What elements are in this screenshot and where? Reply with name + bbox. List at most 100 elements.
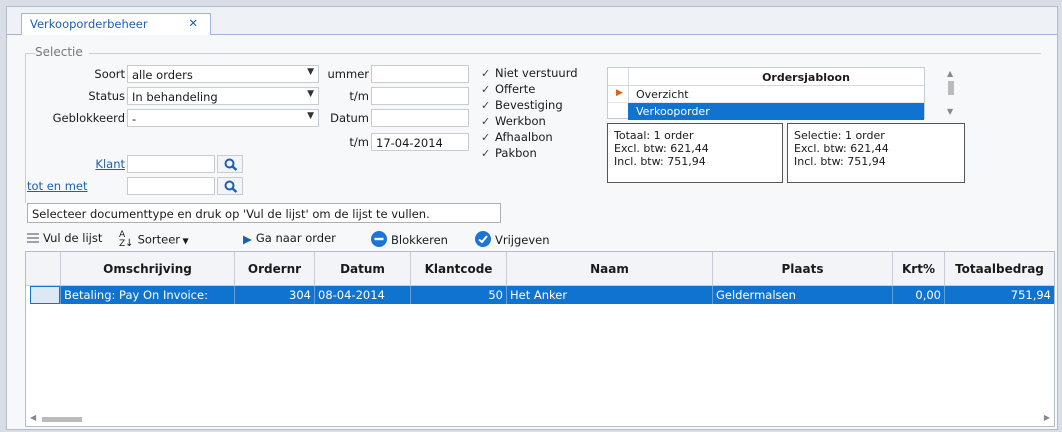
status-value: In behandeling xyxy=(132,90,218,104)
totenmet-link[interactable]: tot en met xyxy=(21,179,125,193)
scroll-down-icon[interactable]: ▼ xyxy=(947,107,953,116)
selectie-incl: Incl. btw: 751,94 xyxy=(794,155,886,168)
check-niet-verstuurd[interactable]: ✓ Niet verstuurd xyxy=(481,66,578,80)
totenmet-input[interactable] xyxy=(127,177,215,195)
vrijgeven-label: Vrijgeven xyxy=(495,233,550,247)
datum-input[interactable] xyxy=(371,109,469,127)
hint-tooltip: Selecteer documenttype en druk op 'Vul d… xyxy=(27,203,501,223)
scroll-thumb[interactable] xyxy=(948,81,954,95)
chevron-down-icon[interactable]: ▼ xyxy=(307,89,314,99)
scroll-thumb[interactable] xyxy=(42,417,82,422)
totaal-excl: Excl. btw: 621,44 xyxy=(614,142,709,155)
geblokkeerd-label: Geblokkeerd xyxy=(52,111,125,125)
datum-tm-input[interactable]: 17-04-2014 xyxy=(371,133,469,151)
totenmet-search-button[interactable] xyxy=(217,177,243,195)
checkmark-icon: ✓ xyxy=(481,99,491,112)
search-icon xyxy=(224,158,238,171)
scroll-right-icon[interactable]: ▶ xyxy=(1044,413,1050,422)
vul-label: Vul de lijst xyxy=(43,231,103,245)
ordersjabloon-row-overzicht[interactable]: ▶ Overzicht xyxy=(608,86,924,103)
close-icon[interactable]: ✕ xyxy=(188,16,198,30)
check-label: Afhaalbon xyxy=(495,130,553,144)
check-werkbon[interactable]: ✓ Werkbon xyxy=(481,114,546,128)
scroll-up-icon[interactable]: ▲ xyxy=(947,69,953,78)
checkmark-icon: ✓ xyxy=(481,115,491,128)
check-offerte[interactable]: ✓ Offerte xyxy=(481,82,535,96)
ordersjabloon-grid[interactable]: Ordersjabloon ▶ Overzicht Verkooporder xyxy=(607,67,925,120)
col-naam[interactable]: Naam xyxy=(506,252,712,286)
status-select[interactable]: In behandeling ▼ xyxy=(127,87,319,105)
blokkeren-button[interactable]: Blokkeren xyxy=(371,231,448,250)
grid-header: Omschrijving Ordernr Datum Klantcode Naa… xyxy=(26,252,1054,286)
group-border xyxy=(89,53,1041,54)
vrijgeven-button[interactable]: Vrijgeven xyxy=(475,231,550,250)
selectie-excl: Excl. btw: 621,44 xyxy=(794,142,889,155)
soort-select[interactable]: alle orders ▼ xyxy=(127,65,319,83)
col-plaats[interactable]: Plaats xyxy=(712,252,892,286)
cell-omschrijving: Betaling: Pay On Invoice: xyxy=(60,286,234,304)
ordersjabloon-scrollbar[interactable]: ▲ ▼ xyxy=(943,67,959,119)
chevron-down-icon[interactable]: ▼ xyxy=(307,111,314,121)
cell-ordernr: 304 xyxy=(234,286,314,304)
check-label: Werkbon xyxy=(495,114,546,128)
check-afhaalbon[interactable]: ✓ Afhaalbon xyxy=(481,130,553,144)
checkmark-icon: ✓ xyxy=(481,67,491,80)
geblokkeerd-value: - xyxy=(132,112,137,126)
header-text: Ordersjabloon xyxy=(762,71,850,84)
cell-plaats: Geldermalsen xyxy=(712,286,892,304)
check-bevestiging[interactable]: ✓ Bevestiging xyxy=(481,98,563,112)
ga-naar-order-button[interactable]: ▶ Ga naar order xyxy=(243,231,336,246)
col-totaalbedrag[interactable]: Totaalbedrag xyxy=(944,252,1054,286)
col-ordernr[interactable]: Ordernr xyxy=(234,252,314,286)
cell-naam: Het Anker xyxy=(506,286,712,304)
checkmark-icon: ✓ xyxy=(481,131,491,144)
orders-grid[interactable]: Omschrijving Ordernr Datum Klantcode Naa… xyxy=(25,251,1055,427)
geblokkeerd-select[interactable]: - ▼ xyxy=(127,109,319,127)
tab-verkooporderbeheer[interactable]: Verkooporderbeheer ✕ xyxy=(21,13,211,35)
totaal-incl: Incl. btw: 751,94 xyxy=(614,155,706,168)
chevron-down-icon: ▼ xyxy=(180,236,189,246)
col-omschrijving[interactable]: Omschrijving xyxy=(60,252,234,286)
klant-input[interactable] xyxy=(127,155,215,173)
ganaar-label: Ga naar order xyxy=(255,231,336,245)
list-icon xyxy=(27,232,39,246)
soort-label: Soort xyxy=(94,67,125,81)
blokkeren-label: Blokkeren xyxy=(391,233,448,247)
cell-klantcode: 50 xyxy=(410,286,506,304)
cell-totaalbedrag: 751,94 xyxy=(944,286,1054,304)
selectie-totaal-box: Selectie: 1 order Excl. btw: 621,44 Incl… xyxy=(787,123,965,183)
sorteer-label: Sorteer xyxy=(137,232,181,247)
tm2-label: t/m xyxy=(349,135,369,149)
check-pakbon[interactable]: ✓ Pakbon xyxy=(481,146,537,160)
cell-krt: 0,00 xyxy=(892,286,944,304)
check-label: Bevestiging xyxy=(495,98,563,112)
scroll-left-icon[interactable]: ◀ xyxy=(30,413,36,422)
tab-label: Verkooporderbeheer xyxy=(30,17,148,31)
ordernummer-label: ummer xyxy=(327,67,370,81)
ordersjabloon-header: Ordersjabloon xyxy=(608,68,924,86)
klant-link[interactable]: Klant xyxy=(67,157,125,171)
check-label: Pakbon xyxy=(495,146,537,160)
chevron-down-icon[interactable]: ▼ xyxy=(307,67,314,77)
row-text: Verkooporder xyxy=(636,105,710,118)
table-row[interactable]: Betaling: Pay On Invoice: 304 08-04-2014… xyxy=(26,286,1054,304)
klant-search-button[interactable] xyxy=(217,155,243,173)
ordersjabloon-row-verkooporder[interactable]: Verkooporder xyxy=(628,103,924,120)
col-klantcode[interactable]: Klantcode xyxy=(410,252,506,286)
ordernummer-tm-input[interactable] xyxy=(371,87,469,105)
col-krt[interactable]: Krt% xyxy=(892,252,944,286)
ordernummer-input[interactable] xyxy=(371,65,469,83)
col-datum[interactable]: Datum xyxy=(314,252,410,286)
soort-value: alle orders xyxy=(132,68,193,82)
grid-horizontal-scrollbar[interactable]: ◀ ▶ xyxy=(26,412,1054,426)
current-row-icon: ▶ xyxy=(616,88,623,98)
selectie-count: Selectie: 1 order xyxy=(794,129,885,142)
sort-icon: A Z↓ xyxy=(119,230,134,249)
vul-de-lijst-button[interactable]: Vul de lijst xyxy=(27,231,102,246)
status-label: Status xyxy=(88,89,125,103)
selectie-title: Selectie xyxy=(35,45,83,59)
app-window: Verkooporderbeheer ✕ Selectie Soort alle… xyxy=(6,6,1058,430)
check-label: Offerte xyxy=(495,82,536,96)
sorteer-button[interactable]: A Z↓ Sorteer ▼ xyxy=(119,231,189,249)
tm1-label: t/m xyxy=(349,89,369,103)
